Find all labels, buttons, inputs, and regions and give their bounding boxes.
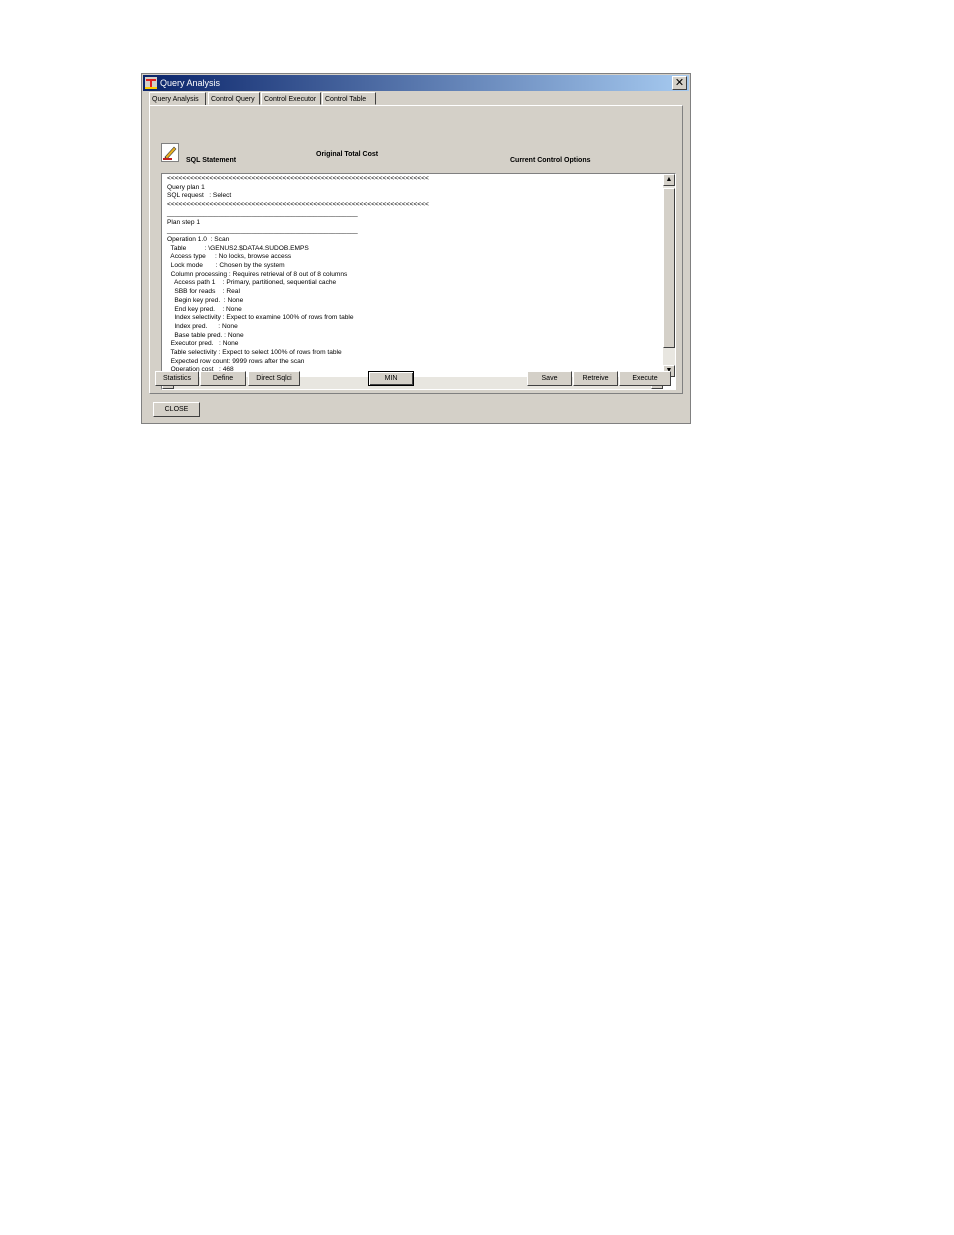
pencil-edit-icon[interactable] bbox=[161, 143, 179, 162]
retrieve-button[interactable]: Retreive bbox=[573, 371, 618, 386]
window-title: Query Analysis bbox=[160, 78, 221, 88]
statistics-button[interactable]: Statistics bbox=[155, 371, 199, 386]
scroll-thumb[interactable] bbox=[663, 188, 675, 348]
original-total-cost-label: Original Total Cost bbox=[316, 151, 379, 158]
min-button[interactable]: MIN bbox=[368, 371, 414, 386]
direct-sqlci-button[interactable]: Direct Sqlci bbox=[248, 371, 300, 386]
save-button[interactable]: Save bbox=[527, 371, 572, 386]
close-icon[interactable]: ✕ bbox=[672, 76, 687, 90]
define-button[interactable]: Define bbox=[200, 371, 246, 386]
query-plan-textarea[interactable]: <<<<<<<<<<<<<<<<<<<<<<<<<<<<<<<<<<<<<<<<… bbox=[161, 173, 676, 390]
title-bar[interactable]: Query Analysis ✕ bbox=[143, 75, 689, 91]
scroll-up-icon[interactable]: ▲ bbox=[663, 174, 675, 186]
tab-control-query[interactable]: Control Query bbox=[208, 92, 260, 105]
vertical-scrollbar[interactable]: ▲ ▼ bbox=[663, 174, 675, 377]
app-logo-icon bbox=[145, 77, 157, 89]
execute-button[interactable]: Execute bbox=[619, 371, 671, 386]
sql-statement-label: SQL Statement bbox=[186, 157, 237, 164]
tab-control-table[interactable]: Control Table bbox=[322, 92, 376, 105]
tab-query-analysis[interactable]: Query Analysis bbox=[149, 92, 206, 105]
query-analysis-window: Query Analysis ✕ Query Analysis Control … bbox=[141, 73, 691, 424]
tab-control-executor[interactable]: Control Executor bbox=[261, 92, 321, 105]
current-control-options-label: Current Control Options bbox=[510, 157, 591, 164]
query-analysis-panel: SQL Statement Original Total Cost Curren… bbox=[149, 105, 683, 394]
close-button[interactable]: CLOSE bbox=[153, 402, 200, 417]
query-plan-text: <<<<<<<<<<<<<<<<<<<<<<<<<<<<<<<<<<<<<<<<… bbox=[167, 175, 429, 374]
